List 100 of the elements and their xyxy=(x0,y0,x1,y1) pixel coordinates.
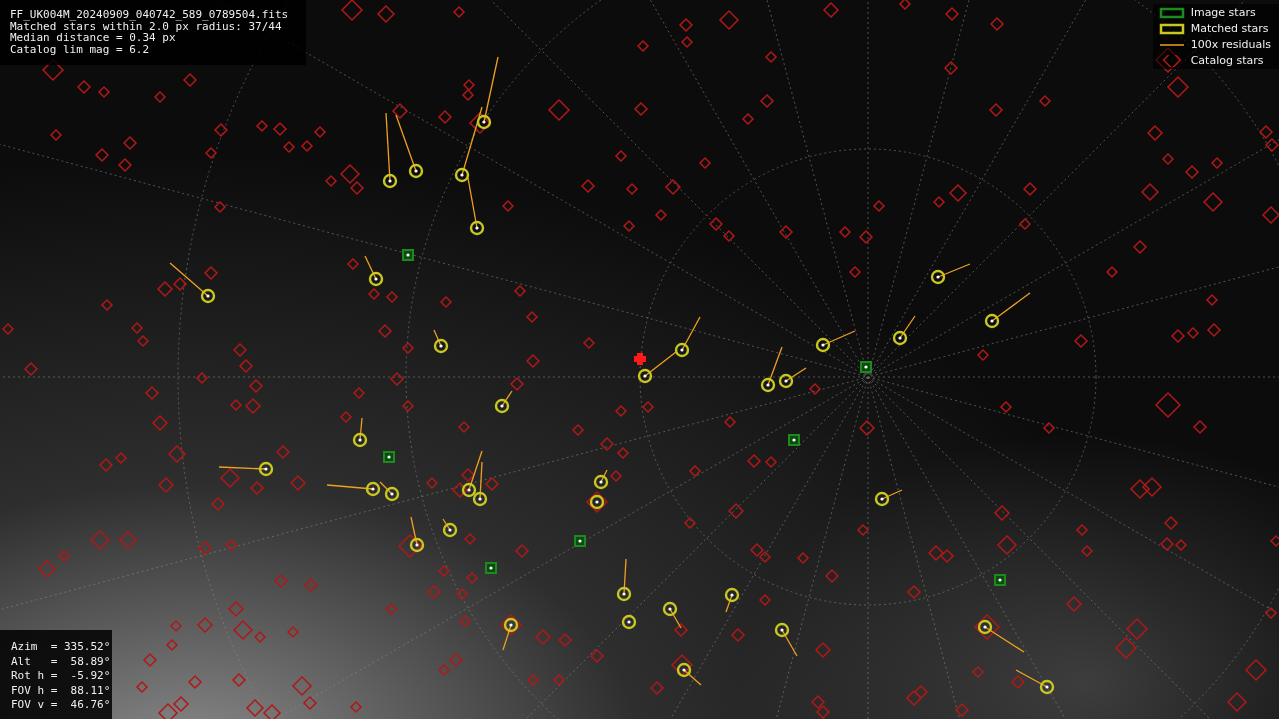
catalog-star-marker xyxy=(248,378,264,394)
catalog-star-marker xyxy=(822,1,840,19)
catalog-star-marker xyxy=(249,480,265,496)
catalog-star-marker xyxy=(1159,536,1175,552)
catalog-star-marker xyxy=(98,457,114,473)
catalog-star-marker xyxy=(167,444,187,464)
catalog-star-marker xyxy=(182,72,198,88)
catalog-star-marker xyxy=(437,109,453,125)
catalog-star-marker xyxy=(455,587,469,601)
catalog-star-marker xyxy=(557,632,573,648)
catalog-star-marker xyxy=(385,290,399,304)
catalog-star-marker xyxy=(571,423,585,437)
catalog-star-marker xyxy=(204,146,218,160)
catalog-star-marker xyxy=(614,404,628,418)
catalog-star-marker xyxy=(1184,164,1200,180)
catalog-star-marker xyxy=(227,600,245,618)
catalog-star-marker xyxy=(484,476,500,492)
catalog-star-marker xyxy=(114,451,128,465)
catalog-star-marker xyxy=(340,0,364,22)
catalog-star-marker xyxy=(727,502,745,520)
catalog-star-marker xyxy=(898,0,912,11)
catalog-star-marker xyxy=(585,490,609,514)
catalog-star-marker xyxy=(534,628,552,646)
catalog-star-marker xyxy=(262,703,282,719)
catalog-star-marker xyxy=(157,476,175,494)
catalog-star-marker xyxy=(971,665,985,679)
catalog-star-marker xyxy=(730,627,746,643)
catalog-star-marker xyxy=(622,219,636,233)
catalog-star-marker xyxy=(468,111,492,135)
catalog-star-marker xyxy=(856,523,870,537)
catalog-star-marker xyxy=(1166,75,1190,99)
catalog-star-marker xyxy=(172,276,188,292)
catalog-star-marker xyxy=(1261,205,1279,225)
catalog-star-marker xyxy=(97,85,111,99)
catalog-star-marker xyxy=(76,79,92,95)
catalog-star-marker xyxy=(1192,419,1208,435)
catalog-star-marker xyxy=(172,695,190,713)
catalog-star-marker xyxy=(452,5,466,19)
rectangle-icon xyxy=(1158,6,1185,19)
catalog-star-marker xyxy=(339,410,353,424)
catalog-star-marker xyxy=(389,371,405,387)
catalog-star-marker xyxy=(625,182,639,196)
catalog-star-marker xyxy=(1022,181,1038,197)
catalog-star-marker xyxy=(144,385,160,401)
catalog-star-marker xyxy=(219,467,241,489)
catalog-star-marker xyxy=(57,549,71,563)
catalog-star-marker xyxy=(1075,523,1089,537)
catalog-star-marker xyxy=(136,334,150,348)
catalog-star-marker xyxy=(993,504,1011,522)
catalog-star-marker xyxy=(1141,476,1163,498)
catalog-star-marker xyxy=(153,90,167,104)
catalog-star-marker xyxy=(1154,46,1182,74)
catalog-star-marker xyxy=(513,284,527,298)
catalog-star-marker xyxy=(999,400,1013,414)
catalog-star-marker xyxy=(37,559,57,579)
catalog-star-marker xyxy=(273,573,289,589)
catalog-star-marker xyxy=(976,348,990,362)
catalog-star-marker xyxy=(89,529,111,551)
catalog-star-marker xyxy=(580,178,596,194)
catalog-star-marker xyxy=(122,135,138,151)
catalog-star-marker xyxy=(636,39,650,53)
catalog-star-marker xyxy=(213,122,229,138)
catalog-star-marker xyxy=(996,534,1018,556)
catalog-star-marker xyxy=(377,323,393,339)
catalog-star-marker xyxy=(302,695,318,711)
catalog-star-marker xyxy=(425,476,439,490)
catalog-star-marker xyxy=(723,415,737,429)
catalog-star-marker xyxy=(463,532,477,546)
catalog-star-marker xyxy=(457,420,471,434)
catalog-star-marker xyxy=(814,641,832,659)
catalog-star-marker xyxy=(664,178,682,196)
catalog-star-marker xyxy=(460,467,476,483)
catalog-star-marker xyxy=(973,613,1001,641)
catalog-star-marker xyxy=(758,593,772,607)
catalog-star-marker xyxy=(397,533,423,559)
catalog-star-marker xyxy=(300,139,314,153)
catalog-star-marker xyxy=(1038,94,1052,108)
catalog-star-marker xyxy=(932,195,946,209)
catalog-star-marker xyxy=(872,199,886,213)
catalog-star-marker xyxy=(286,625,300,639)
catalog-star-marker xyxy=(1,322,15,336)
catalog-star-marker xyxy=(461,88,475,102)
catalog-star-marker xyxy=(1154,391,1182,419)
catalog-star-marker xyxy=(815,704,831,719)
catalog-star-marker xyxy=(614,149,628,163)
catalog-star-marker xyxy=(796,551,810,565)
catalog-star-marker xyxy=(698,156,712,170)
catalog-star-marker xyxy=(944,6,960,22)
catalog-star-marker xyxy=(1146,124,1164,142)
catalog-star-marker xyxy=(808,382,822,396)
catalog-star-marker xyxy=(1125,617,1149,641)
catalog-star-marker xyxy=(948,183,968,203)
catalog-star-marker xyxy=(289,474,307,492)
catalog-star-marker xyxy=(749,542,765,558)
catalog-star-marker xyxy=(552,673,566,687)
catalog-star-marker xyxy=(229,398,243,412)
catalog-star-marker xyxy=(367,287,381,301)
catalog-star-marker xyxy=(1129,478,1151,500)
catalog-star-marker xyxy=(1258,124,1274,140)
catalog-star-marker xyxy=(169,619,183,633)
